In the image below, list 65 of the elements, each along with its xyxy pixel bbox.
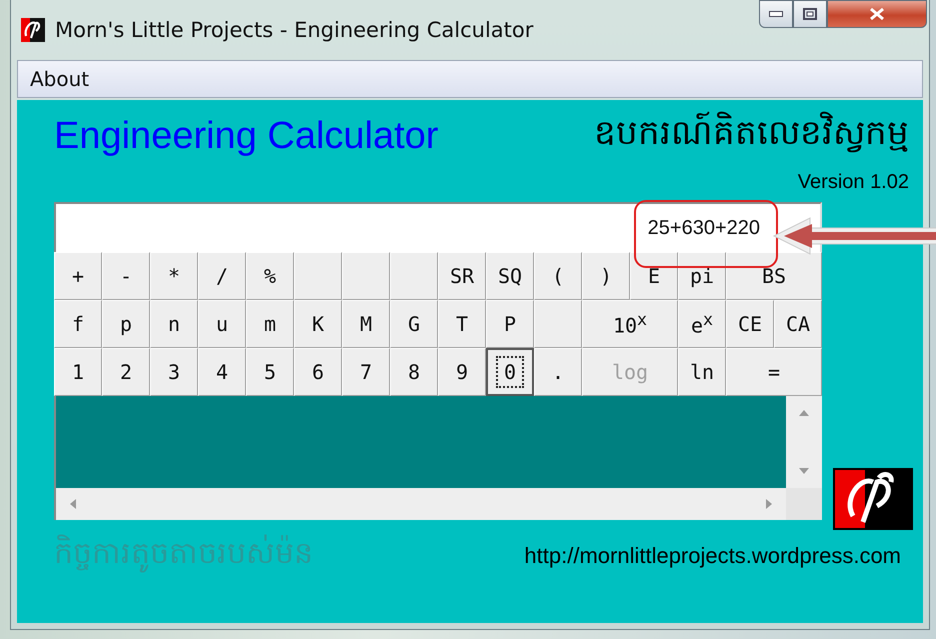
- calculator-key[interactable]: =: [726, 348, 822, 396]
- blank-key[interactable]: [342, 252, 390, 300]
- calculator-key[interactable]: m: [246, 300, 294, 348]
- display-field[interactable]: 25+630+220: [54, 202, 822, 252]
- calculator-key[interactable]: 9: [438, 348, 486, 396]
- calculator-key[interactable]: CA: [774, 300, 822, 348]
- calculator-key[interactable]: 2: [102, 348, 150, 396]
- calculator-key[interactable]: 4: [198, 348, 246, 396]
- blank-key[interactable]: [294, 252, 342, 300]
- restore-icon: [803, 8, 817, 20]
- khmer-title: ឧបករណ៍គិតលេខវិស្វកម្ម: [594, 111, 909, 161]
- calculator-key[interactable]: E: [630, 252, 678, 300]
- website-link[interactable]: http://mornlittleprojects.wordpress.com: [524, 543, 901, 569]
- calculator-key[interactable]: T: [438, 300, 486, 348]
- calculator-key[interactable]: P: [486, 300, 534, 348]
- calculator-key[interactable]: 0: [486, 348, 534, 396]
- calculator-key[interactable]: SR: [438, 252, 486, 300]
- calculator-key[interactable]: 10$^{x}$: [582, 300, 678, 348]
- calculator-key[interactable]: /: [198, 252, 246, 300]
- scroll-down-icon: [799, 468, 809, 474]
- calculator-key[interactable]: 1: [54, 348, 102, 396]
- calculator-key[interactable]: ): [582, 252, 630, 300]
- vertical-scrollbar[interactable]: [786, 396, 822, 488]
- calculator-key[interactable]: BS: [726, 252, 822, 300]
- scroll-left-icon: [70, 499, 76, 509]
- calculator-key[interactable]: .: [534, 348, 582, 396]
- window-title: Morn's Little Projects - Engineering Calculator: [55, 18, 534, 42]
- calculator-key[interactable]: 6: [294, 348, 342, 396]
- calculator-key[interactable]: 5: [246, 348, 294, 396]
- calculator-key[interactable]: SQ: [486, 252, 534, 300]
- calculator-key[interactable]: +: [54, 252, 102, 300]
- close-button[interactable]: [827, 0, 927, 28]
- calculator-key[interactable]: -: [102, 252, 150, 300]
- menu-item[interactable]: About: [18, 67, 102, 91]
- calculator-key[interactable]: %: [246, 252, 294, 300]
- calculator-key[interactable]: f: [54, 300, 102, 348]
- calculator-key[interactable]: 7: [342, 348, 390, 396]
- maximize-button[interactable]: [793, 0, 827, 28]
- calculator-key[interactable]: M: [342, 300, 390, 348]
- scroll-right-icon: [766, 499, 772, 509]
- minimize-button[interactable]: [759, 0, 793, 28]
- horizontal-scrollbar[interactable]: [54, 488, 786, 520]
- mlp-logo-icon: [833, 468, 913, 530]
- calculator-key[interactable]: n: [150, 300, 198, 348]
- calculator-key[interactable]: CE: [726, 300, 774, 348]
- minimize-icon: [769, 11, 783, 17]
- calculator-key[interactable]: K: [294, 300, 342, 348]
- blank-key[interactable]: [390, 252, 438, 300]
- version-label: Version 1.02: [798, 170, 909, 194]
- calculator-key[interactable]: p: [102, 300, 150, 348]
- calculator-key[interactable]: e$^{x}$: [678, 300, 726, 348]
- calculator-key[interactable]: *: [150, 252, 198, 300]
- calculator-key[interactable]: u: [198, 300, 246, 348]
- scrollbar-corner: [786, 488, 822, 520]
- blank-key[interactable]: [534, 300, 582, 348]
- calculator-key[interactable]: 3: [150, 348, 198, 396]
- scroll-up-icon: [799, 410, 809, 416]
- calculator-key[interactable]: ln: [678, 348, 726, 396]
- calculator-key[interactable]: pi: [678, 252, 726, 300]
- app-logo-icon: [21, 18, 45, 42]
- calculator-key[interactable]: (: [534, 252, 582, 300]
- close-icon: [868, 7, 886, 21]
- app-title: Engineering Calculator: [54, 114, 438, 158]
- calculator-key[interactable]: 8: [390, 348, 438, 396]
- calculator-key[interactable]: G: [390, 300, 438, 348]
